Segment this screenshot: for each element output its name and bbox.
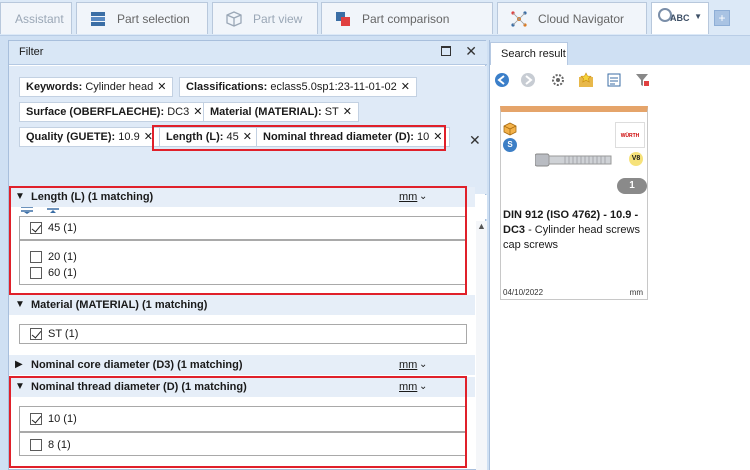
chip-value: 10.9 (118, 131, 140, 143)
close-icon[interactable]: ✕ (465, 43, 477, 60)
tab-text-search[interactable]: ABC ▼ (651, 2, 709, 34)
favorite-folder-icon[interactable] (578, 72, 594, 88)
chip-key: Keywords: (26, 81, 83, 93)
card-unit: mm (629, 288, 643, 297)
tab-part-selection[interactable]: Part selection (76, 2, 208, 34)
result-card-title: DIN 912 (ISO 4762) - 10.9 - DC3 - Cylind… (503, 208, 647, 253)
group-material-title: Material (MATERIAL) (1 matching) (31, 299, 208, 311)
part-box-icon (503, 122, 517, 136)
chip-key: Quality (GUETE): (26, 131, 116, 143)
back-icon[interactable] (494, 72, 510, 88)
tab-part-selection-label: Part selection (117, 11, 190, 26)
material-selected-list: ST (1) (19, 324, 467, 344)
highlight-box-thread (9, 376, 467, 468)
cube-icon (226, 10, 242, 27)
variant-count-badge: 1 (617, 178, 647, 194)
tab-part-comparison-label: Part comparison (362, 11, 450, 26)
active-filter-chips: Keywords: Cylinder head ✕ Classifications… (9, 66, 487, 194)
result-toolbar (490, 68, 750, 92)
scroll-up-icon[interactable]: ▲ (477, 221, 486, 231)
version-badge: V8 (629, 152, 643, 166)
remove-chip-icon[interactable]: ✕ (193, 106, 202, 118)
abc-label: ABC (670, 13, 690, 23)
chip-classifications: Classifications: eclass5.0sp1:23-11-01-0… (179, 77, 417, 97)
option-material-st[interactable]: ST (1) (30, 326, 78, 342)
search-result-panel: Search result S WÜRTH V8 1 DIN 912 (ISO … (489, 40, 750, 470)
card-date: 04/10/2022 (503, 288, 544, 297)
chip-value: Cylinder head (85, 81, 154, 93)
highlight-box-length (9, 186, 467, 295)
filter-table-icon[interactable] (634, 72, 650, 88)
chevron-right-icon: ▶ (15, 359, 23, 370)
part-selection-icon (91, 11, 105, 26)
result-panel-header: Search result (490, 40, 750, 65)
chip-key: Material (MATERIAL): (210, 106, 322, 118)
tab-cloud-navigator[interactable]: Cloud Navigator (497, 2, 647, 34)
chevron-down-icon: ▼ (15, 299, 25, 310)
checkbox-checked[interactable] (30, 328, 42, 340)
chip-value: DC3 (167, 106, 190, 118)
chip-value: eclass5.0sp1:23-11-01-02 (270, 81, 397, 93)
filter-scrollbar[interactable]: ▲ (476, 221, 487, 470)
add-tab-button[interactable]: + (714, 10, 730, 26)
result-card[interactable]: S WÜRTH V8 1 DIN 912 (ISO 4762) - 10.9 -… (500, 106, 648, 300)
remove-chip-icon[interactable]: ✕ (401, 81, 410, 93)
option-label: ST (1) (48, 328, 79, 340)
tab-assistant-label: Assistant (15, 11, 64, 26)
chevron-down-icon[interactable]: ⌄ (419, 355, 427, 375)
remove-chip-icon[interactable]: ✕ (343, 106, 352, 118)
comparison-icon (336, 11, 350, 26)
tab-search-result[interactable]: Search result (490, 42, 568, 65)
group-core-diameter-header[interactable]: ▶ Nominal core diameter (D3) (1 matching… (9, 355, 475, 375)
remove-chip-icon[interactable]: ✕ (157, 81, 166, 93)
tab-part-view-label: Part view (253, 11, 303, 26)
tab-part-view[interactable]: Part view (212, 2, 318, 34)
forward-icon[interactable] (520, 72, 536, 88)
tab-cloud-navigator-label: Cloud Navigator (538, 11, 625, 26)
maximize-icon[interactable] (441, 46, 451, 56)
cloud-navigator-icon (511, 10, 527, 27)
brand-logo-wurth: WÜRTH (615, 122, 645, 148)
clear-all-filters-icon[interactable]: ✕ (469, 132, 481, 149)
screw-preview-image (535, 153, 612, 167)
chip-value: ST (324, 106, 339, 118)
tab-assistant[interactable]: Assistant (0, 2, 72, 34)
chip-quality: Quality (GUETE): 10.9 ✕ (19, 127, 160, 147)
chevron-down-icon[interactable]: ▼ (694, 12, 702, 21)
group-core-diameter-title: Nominal core diameter (D3) (1 matching) (31, 359, 243, 371)
top-tab-bar: Assistant Part selection Part view Part … (0, 0, 750, 36)
filter-panel: Filter ✕ Keywords: Cylinder head ✕ Classi… (8, 40, 487, 470)
chip-surface: Surface (OBERFLAECHE): DC3 ✕ (19, 102, 210, 122)
group-material-header[interactable]: ▼ Material (MATERIAL) (1 matching) (9, 295, 475, 315)
standard-part-icon: S (503, 138, 517, 152)
export-icon[interactable] (606, 72, 622, 88)
chip-material: Material (MATERIAL): ST ✕ (203, 102, 359, 122)
chip-key: Surface (OBERFLAECHE): (26, 106, 165, 118)
settings-icon[interactable] (550, 72, 566, 88)
chip-key: Classifications: (186, 81, 268, 93)
unit-selector[interactable]: mm (399, 355, 417, 375)
chip-keywords: Keywords: Cylinder head ✕ (19, 77, 174, 97)
highlight-box-chips (152, 125, 446, 151)
filter-panel-header: Filter ✕ (9, 41, 487, 65)
tab-part-comparison[interactable]: Part comparison (321, 2, 493, 34)
filter-panel-title: Filter (19, 46, 44, 58)
